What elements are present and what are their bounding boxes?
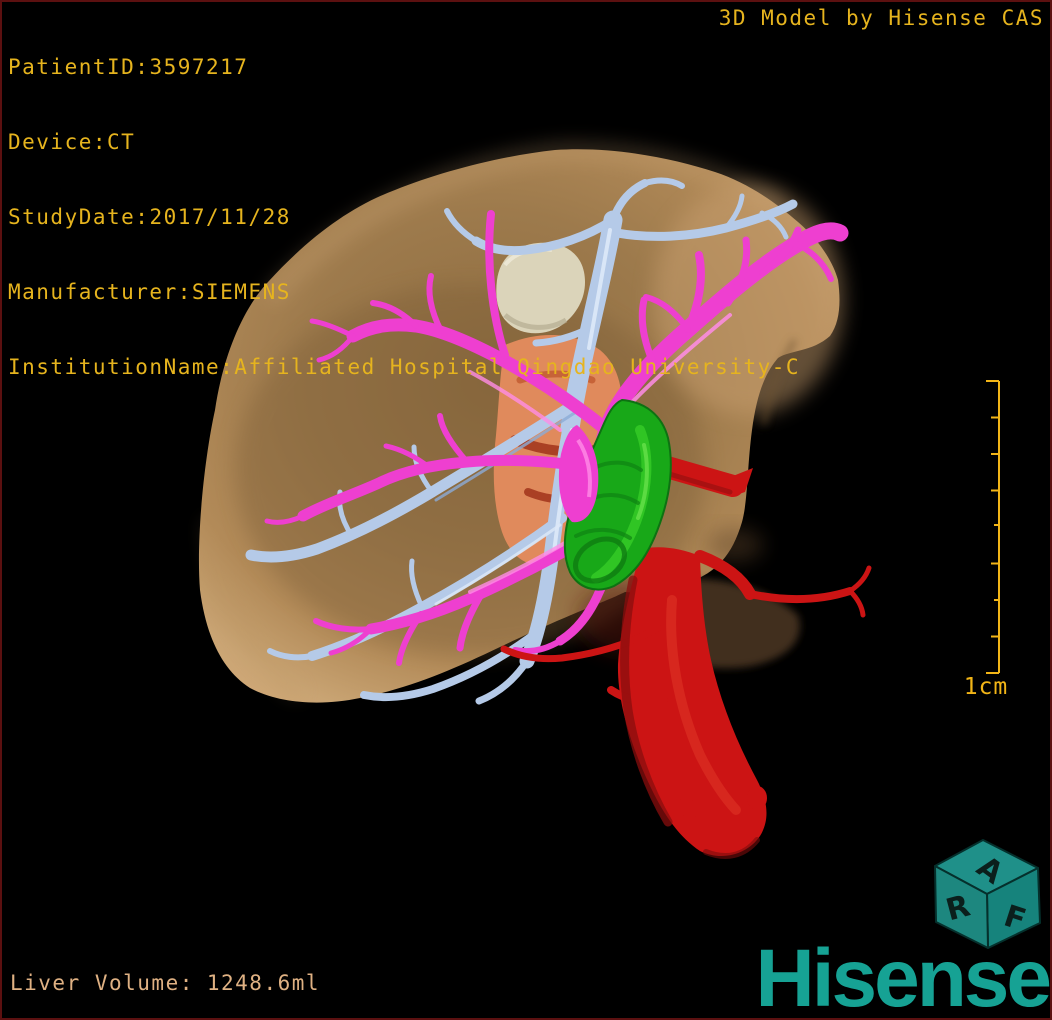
field-label: InstitutionName: [8, 355, 235, 379]
field-label: StudyDate: [8, 205, 150, 229]
volume-label: Liver Volume: [10, 971, 194, 995]
hisense-logo: Hisense [755, 933, 1052, 1020]
field-value: SIEMENS [191, 280, 291, 304]
field-value: 3597217 [149, 55, 249, 79]
volume-value: 1248.6ml [206, 971, 321, 995]
liver-volume-readout: Liver Volume: 1248.6ml [10, 971, 320, 995]
patient-field: StudyDate:2017/11/28 [8, 205, 800, 230]
patient-field: PatientID:3597217 [8, 55, 800, 80]
field-value: CT [107, 130, 136, 154]
patient-field: Device:CT [8, 130, 800, 155]
patient-info-overlay: PatientID:3597217 Device:CT StudyDate:20… [8, 5, 800, 430]
field-label: PatientID: [8, 55, 150, 79]
field-label: Device: [8, 130, 108, 154]
scale-bar [986, 380, 1000, 674]
patient-field: Manufacturer:SIEMENS [8, 280, 800, 305]
scale-label: 1cm [963, 674, 1009, 700]
field-label: Manufacturer: [8, 280, 192, 304]
field-value: Affiliated Hospital Qingdao University-C [234, 355, 801, 379]
patient-field: InstitutionName:Affiliated Hospital Qing… [8, 355, 800, 380]
field-value: 2017/11/28 [149, 205, 291, 229]
watermark-text: 3D Model by Hisense CAS [718, 6, 1044, 30]
cas-3d-viewer-window: PatientID:3597217 Device:CT StudyDate:20… [0, 0, 1052, 1020]
